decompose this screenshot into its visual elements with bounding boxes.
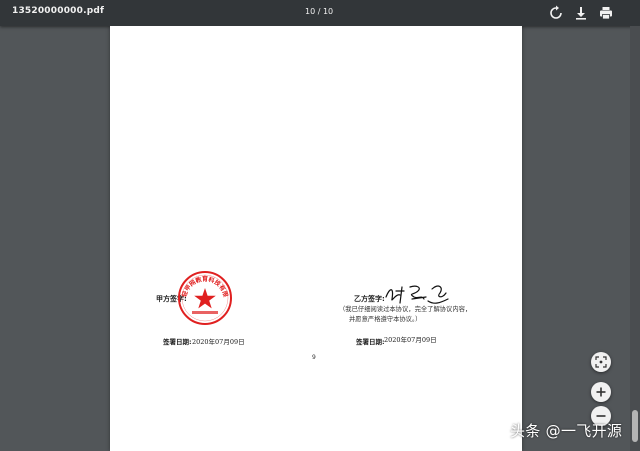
- download-icon: [576, 7, 586, 20]
- seal-star: [194, 288, 216, 309]
- document-viewport[interactable]: 甲方签字: 北京轻甲网教育科技有限公司 签署日期: 2020年07月09日 乙方…: [0, 26, 640, 451]
- rotate-button[interactable]: [548, 5, 564, 21]
- party-a-date-label: 签署日期:: [163, 338, 192, 346]
- party-a-date-value: 2020年07月09日: [192, 338, 245, 346]
- party-b-date-label: 签署日期:: [356, 338, 385, 346]
- watermark: 头条 @一飞开源: [510, 422, 623, 440]
- page-number: 9: [312, 354, 316, 361]
- pdf-page: 甲方签字: 北京轻甲网教育科技有限公司 签署日期: 2020年07月09日 乙方…: [110, 26, 522, 451]
- vertical-scrollbar[interactable]: [630, 26, 640, 451]
- party-b-signature-label: 乙方签字:: [354, 295, 385, 303]
- party-b-note-line-1: （我已仔细阅读过本协议，完全了解协议内容，: [339, 306, 472, 313]
- plus-icon: [596, 387, 606, 397]
- scrollbar-thumb[interactable]: [632, 410, 638, 442]
- party-b-note-line-2: 并愿意严格遵守本协议。）: [349, 316, 422, 323]
- party-b-date-value: 2020年07月09日: [384, 336, 437, 344]
- company-seal: 北京轻甲网教育科技有限公司: [177, 270, 232, 325]
- print-icon: [600, 7, 612, 20]
- page-indicator: 10 / 10: [305, 7, 334, 16]
- fit-to-page-icon: [595, 356, 607, 368]
- rotate-icon: [550, 5, 562, 19]
- zoom-in-button[interactable]: [591, 382, 611, 402]
- fit-to-page-button[interactable]: [591, 352, 611, 372]
- print-button[interactable]: [598, 5, 614, 21]
- pdf-toolbar: 13520000000.pdf 10 / 10: [0, 0, 640, 26]
- download-button[interactable]: [573, 5, 589, 21]
- file-name: 13520000000.pdf: [12, 6, 105, 16]
